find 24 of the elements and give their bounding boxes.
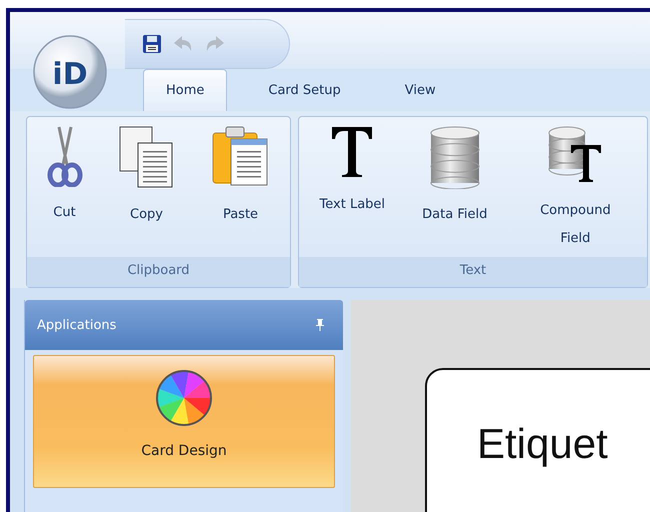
app-logo[interactable]: iD [32,34,108,110]
ribbon-button[interactable]: Data Field [420,125,490,257]
serif-t-icon [330,125,374,179]
color-wheel-icon [155,369,213,427]
ribbon-tab[interactable]: Card Setup [245,69,364,111]
ribbon-button[interactable]: Paste [208,125,272,257]
copy-icon [118,125,176,189]
save-button[interactable] [140,32,164,56]
ribbon-button[interactable]: Text Label [318,125,388,257]
group-label: Clipboard [27,257,290,287]
ribbon-tab[interactable]: View [382,69,459,111]
ribbon-button[interactable]: Cut [44,125,84,257]
ribbon-tab[interactable]: Home [143,69,228,111]
pin-icon[interactable] [315,318,325,332]
ribbon-button[interactable]: Copy [116,125,178,257]
panel-title: Applications [37,318,116,332]
ribbon-button[interactable]: Compound Field [522,125,628,257]
save-icon [142,34,162,54]
database-icon [428,125,481,189]
group-label: Text [299,257,647,287]
card-text: Etiquet [477,420,608,467]
database-t-icon [547,125,604,185]
card-design-item[interactable]: Card Design [33,355,335,488]
scissors-icon [46,125,82,187]
